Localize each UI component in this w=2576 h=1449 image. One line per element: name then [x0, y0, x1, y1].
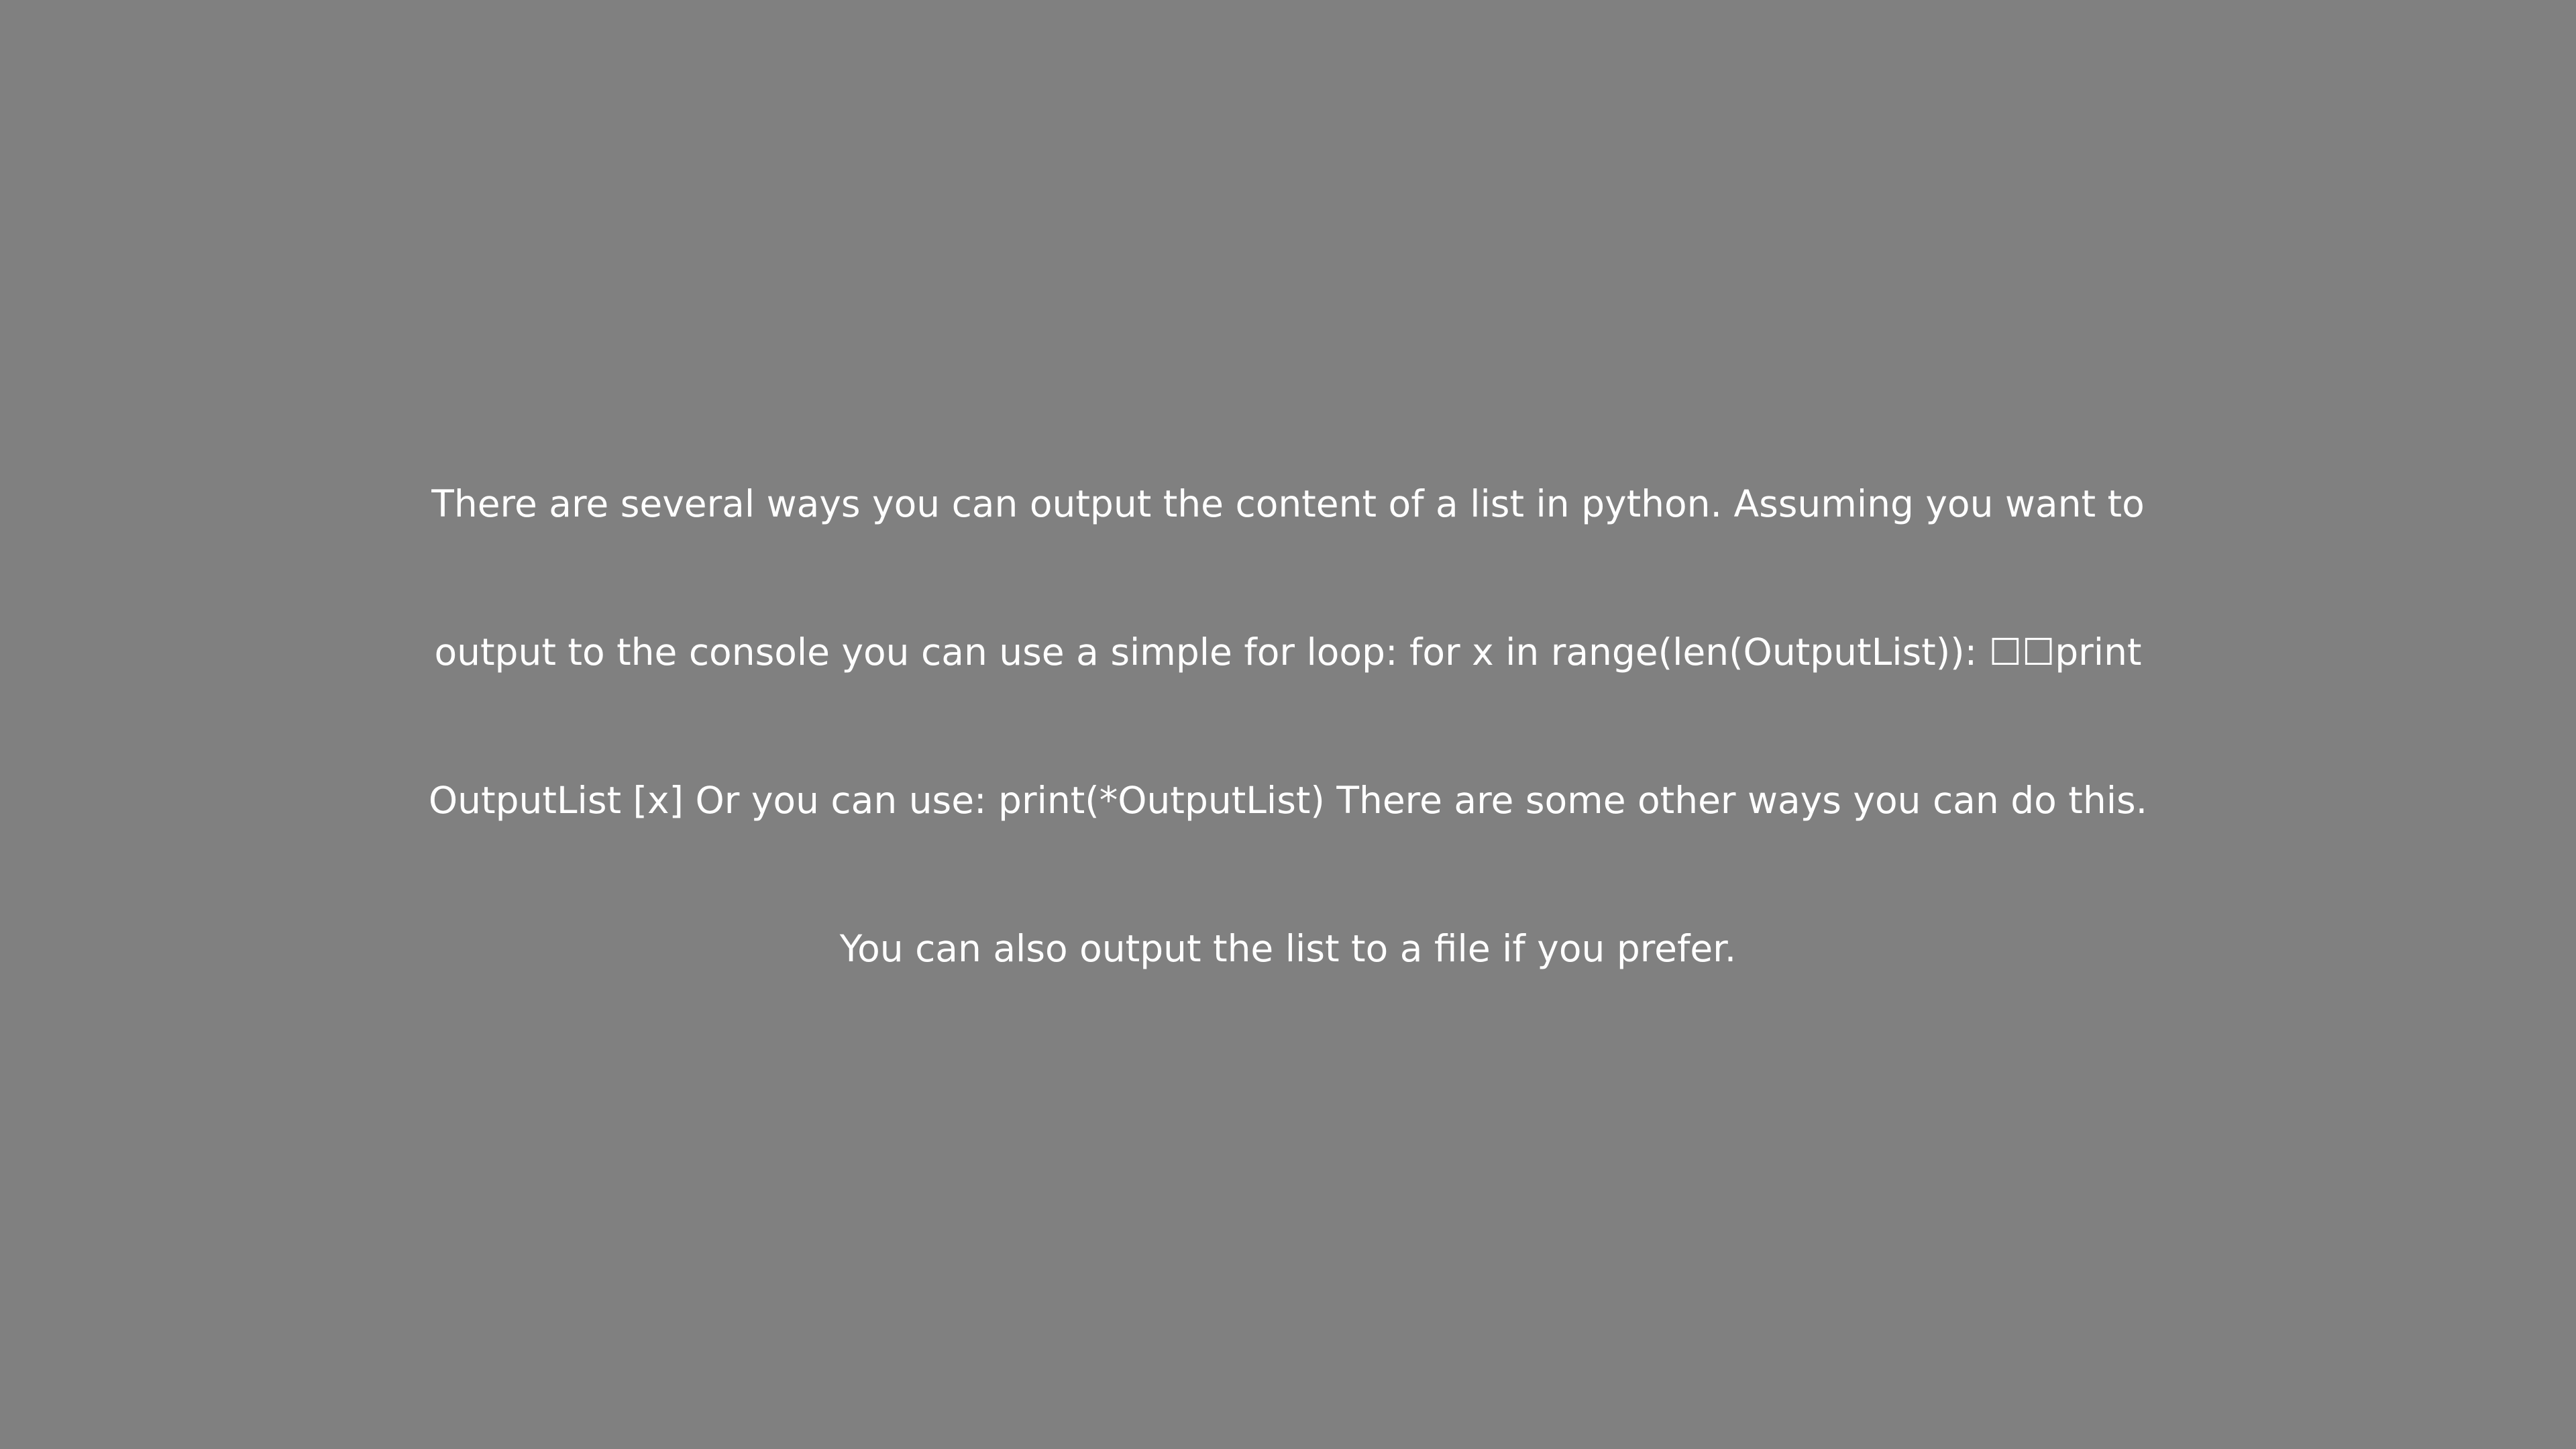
message-line: output to the console you can use a simp…: [434, 631, 2142, 674]
message-line: There are several ways you can output th…: [431, 482, 2145, 525]
message-line: You can also output the list to a file i…: [839, 927, 1737, 970]
message-line: OutputList [x] Or you can use: print(*Ou…: [428, 779, 2148, 822]
